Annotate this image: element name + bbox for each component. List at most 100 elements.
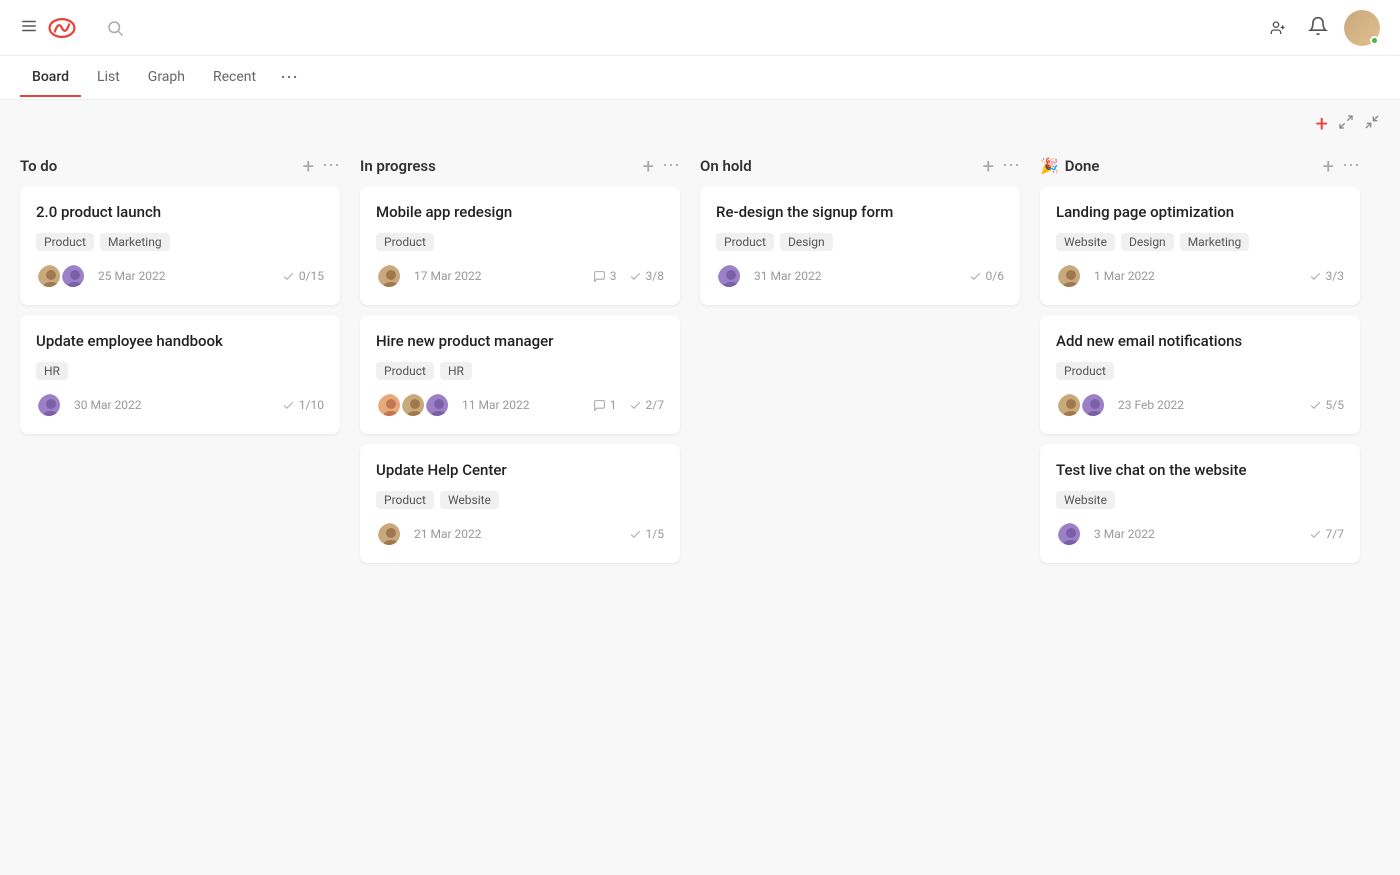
column-title-todo: To do (20, 157, 57, 175)
card-c9[interactable]: Test live chat on the website Website 3 … (1040, 444, 1360, 563)
user-avatar[interactable] (1344, 10, 1380, 46)
invite-people-button[interactable] (1270, 20, 1292, 36)
card-meta: 3/3 (1309, 269, 1344, 283)
tag: Product (1056, 362, 1114, 380)
collapse-button[interactable] (1364, 114, 1380, 135)
card-title: Add new email notifications (1056, 331, 1344, 352)
column-menu-button[interactable]: ⋯ (1002, 155, 1020, 176)
column-title-text: In progress (360, 157, 436, 175)
card-footer: 11 Mar 2022 1 2/7 (376, 392, 664, 418)
column-title-text: To do (20, 157, 57, 175)
add-card-button[interactable]: + (983, 156, 994, 176)
check-count: 0/15 (282, 269, 324, 283)
check-count: 3/8 (629, 269, 664, 283)
card-meta: 0/6 (969, 269, 1004, 283)
tag: Marketing (1180, 233, 1250, 251)
card-c6[interactable]: Re-design the signup form ProductDesign … (700, 186, 1020, 305)
column-todo: To do + ⋯ 2.0 product launch ProductMark… (10, 145, 350, 573)
tag: Design (1121, 233, 1174, 251)
card-footer: 31 Mar 2022 0/6 (716, 263, 1004, 289)
card-meta: 5/5 (1309, 398, 1344, 412)
card-avatar (1080, 392, 1106, 418)
card-tags: WebsiteDesignMarketing (1056, 233, 1344, 251)
check-count: 1/5 (629, 527, 664, 541)
add-card-button[interactable]: + (1323, 156, 1334, 176)
card-avatar (716, 263, 742, 289)
card-avatars (36, 263, 90, 289)
add-column-button[interactable]: + (1316, 112, 1328, 137)
card-left: 1 Mar 2022 (1056, 263, 1155, 289)
header-actions (1270, 10, 1380, 46)
card-c3[interactable]: Mobile app redesign Product 17 Mar 2022 … (360, 186, 680, 305)
tab-graph[interactable]: Graph (136, 59, 197, 97)
hamburger-button[interactable] (20, 17, 38, 39)
card-footer: 17 Mar 2022 3 3/8 (376, 263, 664, 289)
card-date: 30 Mar 2022 (74, 398, 142, 412)
card-title: Hire new product manager (376, 331, 664, 352)
card-footer: 1 Mar 2022 3/3 (1056, 263, 1344, 289)
card-c7[interactable]: Landing page optimization WebsiteDesignM… (1040, 186, 1360, 305)
card-left: 25 Mar 2022 (36, 263, 166, 289)
card-c8[interactable]: Add new email notifications Product 23 F… (1040, 315, 1360, 434)
card-meta: 7/7 (1309, 527, 1344, 541)
tag: Product (376, 233, 434, 251)
add-person-icon (1270, 20, 1286, 36)
add-card-button[interactable]: + (643, 156, 654, 176)
column-actions-inprogress: + ⋯ (643, 155, 680, 176)
card-avatars (376, 392, 454, 418)
card-meta: 1/5 (629, 527, 664, 541)
card-tags: ProductHR (376, 362, 664, 380)
tag: Product (376, 362, 434, 380)
card-avatars (376, 263, 406, 289)
card-avatar (1056, 392, 1082, 418)
column-title-onhold: On hold (700, 157, 752, 175)
notification-button[interactable] (1308, 16, 1328, 40)
card-avatars (36, 392, 66, 418)
tag: Product (376, 491, 434, 509)
column-emoji: 🎉 (1040, 157, 1059, 175)
column-menu-button[interactable]: ⋯ (322, 155, 340, 176)
card-left: 31 Mar 2022 (716, 263, 822, 289)
tab-recent[interactable]: Recent (201, 59, 268, 97)
search-bar[interactable] (106, 19, 1270, 37)
card-avatar (60, 263, 86, 289)
card-date: 1 Mar 2022 (1094, 269, 1155, 283)
board-header-actions: + (1316, 112, 1380, 137)
expand-button[interactable] (1338, 114, 1354, 135)
card-meta: 1 2/7 (593, 398, 664, 412)
header (0, 0, 1400, 56)
nav-more-button[interactable]: ⋯ (272, 59, 306, 96)
column-actions-onhold: + ⋯ (983, 155, 1020, 176)
card-footer: 21 Mar 2022 1/5 (376, 521, 664, 547)
column-title-done: 🎉 Done (1040, 157, 1099, 175)
card-avatar (376, 392, 402, 418)
card-c2[interactable]: Update employee handbook HR 30 Mar 2022 … (20, 315, 340, 434)
tag: Product (36, 233, 94, 251)
board-header: + (0, 100, 1400, 145)
card-c4[interactable]: Hire new product manager ProductHR 11 Ma… (360, 315, 680, 434)
column-menu-button[interactable]: ⋯ (662, 155, 680, 176)
card-date: 21 Mar 2022 (414, 527, 482, 541)
check-count: 0/6 (969, 269, 1004, 283)
tab-list[interactable]: List (85, 59, 132, 97)
card-avatar (424, 392, 450, 418)
card-avatar (376, 263, 402, 289)
card-date: 11 Mar 2022 (462, 398, 530, 412)
add-card-button[interactable]: + (303, 156, 314, 176)
card-c5[interactable]: Update Help Center ProductWebsite 21 Mar… (360, 444, 680, 563)
column-done: 🎉 Done + ⋯ Landing page optimization Web… (1030, 145, 1370, 573)
card-tags: Website (1056, 491, 1344, 509)
check-count: 3/3 (1309, 269, 1344, 283)
card-avatar (400, 392, 426, 418)
column-menu-button[interactable]: ⋯ (1342, 155, 1360, 176)
logo[interactable] (46, 12, 86, 44)
card-footer: 30 Mar 2022 1/10 (36, 392, 324, 418)
card-c1[interactable]: 2.0 product launch ProductMarketing 25 M… (20, 186, 340, 305)
tag: HR (36, 362, 68, 380)
tag: Website (1056, 491, 1115, 509)
card-tags: ProductDesign (716, 233, 1004, 251)
tab-board[interactable]: Board (20, 59, 81, 97)
card-avatars (1056, 521, 1086, 547)
card-left: 30 Mar 2022 (36, 392, 142, 418)
card-left: 17 Mar 2022 (376, 263, 482, 289)
